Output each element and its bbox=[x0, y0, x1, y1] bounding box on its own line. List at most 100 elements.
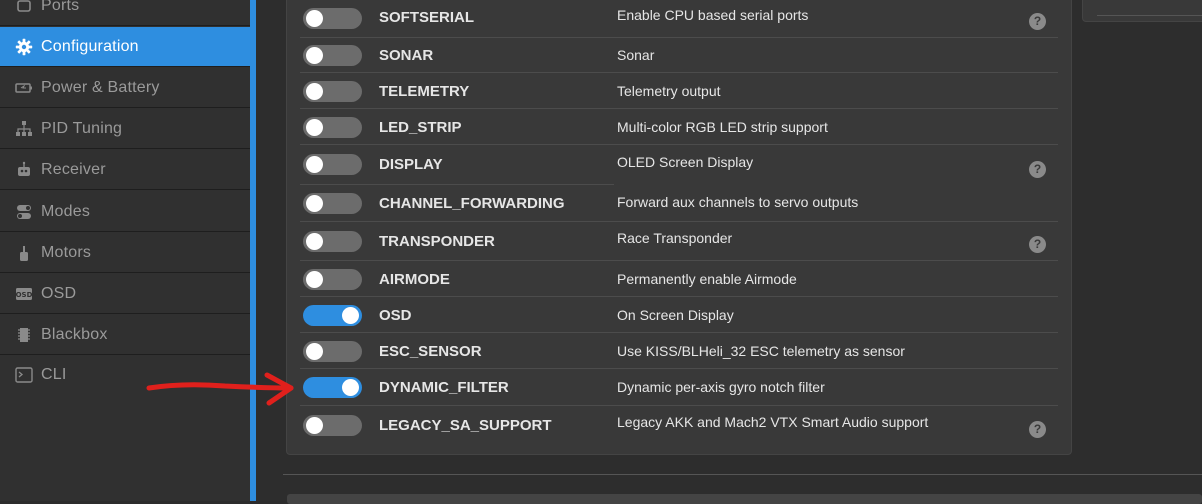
feature-row-airmode: AIRMODE Permanently enable Airmode bbox=[300, 261, 1058, 297]
sidebar-item-osd[interactable]: OSD OSD bbox=[0, 274, 250, 314]
toggle-knob bbox=[306, 83, 323, 100]
feature-description: Dynamic per-axis gyro notch filter bbox=[617, 379, 825, 395]
feature-name: SONAR bbox=[379, 47, 434, 64]
sidebar-nav: Ports Configuration Power & Battery PID … bbox=[0, 0, 250, 501]
sidebar-item-label: Configuration bbox=[41, 37, 139, 55]
red-arrow-annotation bbox=[146, 372, 294, 406]
toggle-knob bbox=[306, 417, 323, 434]
toggle-knob bbox=[306, 156, 323, 173]
sidebar-item-label: Motors bbox=[41, 243, 92, 261]
feature-description: Telemetry output bbox=[617, 83, 721, 99]
ports-icon bbox=[14, 0, 34, 16]
feature-name: DYNAMIC_FILTER bbox=[379, 379, 509, 396]
feature-toggle-dynamic-filter[interactable] bbox=[303, 377, 362, 398]
toggle-knob bbox=[306, 233, 323, 250]
gear-icon bbox=[14, 37, 34, 57]
feature-description: Use KISS/BLHeli_32 ESC telemetry as sens… bbox=[617, 343, 905, 359]
feature-toggle-softserial[interactable] bbox=[303, 8, 362, 29]
feature-toggle-display[interactable] bbox=[303, 154, 362, 175]
sidebar-item-label: Ports bbox=[41, 0, 80, 14]
feature-name: LEGACY_SA_SUPPORT bbox=[379, 417, 552, 434]
sidebar-item-label: Power & Battery bbox=[41, 78, 160, 96]
toggle-knob bbox=[306, 195, 323, 212]
sidebar-item-label: PID Tuning bbox=[41, 119, 123, 137]
toggle-knob bbox=[342, 307, 359, 324]
feature-toggle-led-strip[interactable] bbox=[303, 117, 362, 138]
feature-name: DISPLAY bbox=[379, 156, 443, 173]
feature-description: Permanently enable Airmode bbox=[617, 271, 797, 287]
feature-name: LED_STRIP bbox=[379, 119, 462, 136]
toggle-knob bbox=[306, 271, 323, 288]
feature-toggle-transponder[interactable] bbox=[303, 231, 362, 252]
feature-name: TRANSPONDER bbox=[379, 233, 495, 250]
sidebar-item-pid-tuning[interactable]: PID Tuning bbox=[0, 109, 250, 149]
feature-toggle-osd[interactable] bbox=[303, 305, 362, 326]
terminal-icon bbox=[14, 365, 34, 385]
feature-name: TELEMETRY bbox=[379, 83, 470, 100]
toggle-knob bbox=[342, 379, 359, 396]
feature-name: CHANNEL_FORWARDING bbox=[379, 195, 565, 212]
svg-text:OSD: OSD bbox=[16, 291, 33, 299]
sidebar-item-label: Modes bbox=[41, 202, 91, 220]
sidebar-item-power-battery[interactable]: Power & Battery bbox=[0, 68, 250, 108]
feature-row-led-strip: LED_STRIP Multi-color RGB LED strip supp… bbox=[300, 109, 1058, 145]
feature-row-esc-sensor: ESC_SENSOR Use KISS/BLHeli_32 ESC teleme… bbox=[300, 333, 1058, 369]
blackbox-chip-icon bbox=[14, 325, 34, 345]
sidebar-item-receiver[interactable]: Receiver bbox=[0, 150, 250, 190]
feature-toggle-legacy-sa-support[interactable] bbox=[303, 415, 362, 436]
toggle-knob bbox=[306, 10, 323, 27]
sidebar-item-modes[interactable]: Modes bbox=[0, 192, 250, 232]
feature-row-dynamic-filter: DYNAMIC_FILTER Dynamic per-axis gyro not… bbox=[300, 369, 1058, 406]
toggle-knob bbox=[306, 119, 323, 136]
feature-row-telemetry: TELEMETRY Telemetry output bbox=[300, 73, 1058, 109]
feature-name: AIRMODE bbox=[379, 271, 450, 288]
bottom-panel-edge bbox=[287, 494, 1202, 504]
feature-toggle-airmode[interactable] bbox=[303, 269, 362, 290]
feature-row-sonar: SONAR Sonar bbox=[300, 38, 1058, 73]
section-divider bbox=[283, 474, 1202, 475]
sidebar-item-motors[interactable]: Motors bbox=[0, 233, 250, 273]
feature-row-channel-forwarding: CHANNEL_FORWARDING Forward aux channels … bbox=[300, 185, 1058, 222]
modes-switch-icon bbox=[14, 202, 34, 222]
feature-row-transponder: TRANSPONDER Race Transponder ? bbox=[300, 222, 1058, 261]
feature-row-osd: OSD On Screen Display bbox=[300, 297, 1058, 333]
battery-icon bbox=[14, 78, 34, 98]
right-panel bbox=[1082, 0, 1202, 22]
sidebar-item-label: Blackbox bbox=[41, 325, 108, 343]
help-icon[interactable]: ? bbox=[1029, 421, 1046, 438]
pid-tree-icon bbox=[14, 119, 34, 139]
feature-description: Forward aux channels to servo outputs bbox=[617, 194, 859, 210]
sidebar-item-label: CLI bbox=[41, 366, 67, 383]
toggle-knob bbox=[306, 47, 323, 64]
feature-row-display: DISPLAY OLED Screen Display ? bbox=[300, 145, 1058, 185]
help-icon[interactable]: ? bbox=[1029, 13, 1046, 30]
feature-row-softserial: SOFTSERIAL Enable CPU based serial ports… bbox=[300, 0, 1058, 38]
osd-icon: OSD bbox=[14, 284, 34, 304]
feature-name: OSD bbox=[379, 307, 412, 324]
feature-toggle-telemetry[interactable] bbox=[303, 81, 362, 102]
feature-description: Multi-color RGB LED strip support bbox=[617, 119, 828, 135]
help-icon[interactable]: ? bbox=[1029, 161, 1046, 178]
sidebar-item-label: OSD bbox=[41, 284, 77, 302]
toggle-knob bbox=[306, 343, 323, 360]
feature-description: Enable CPU based serial ports bbox=[617, 7, 809, 23]
feature-name: SOFTSERIAL bbox=[379, 9, 475, 26]
feature-description: On Screen Display bbox=[617, 307, 734, 323]
help-icon[interactable]: ? bbox=[1029, 236, 1046, 253]
receiver-robot-icon bbox=[14, 160, 34, 180]
feature-description: Sonar bbox=[617, 47, 655, 63]
right-panel-divider bbox=[1097, 15, 1202, 16]
feature-description: OLED Screen Display bbox=[617, 154, 754, 170]
sidebar-item-blackbox[interactable]: Blackbox bbox=[0, 315, 250, 355]
feature-row-legacy-sa-support: LEGACY_SA_SUPPORT Legacy AKK and Mach2 V… bbox=[300, 406, 1058, 446]
motor-icon bbox=[14, 243, 34, 263]
feature-description: Legacy AKK and Mach2 VTX Smart Audio sup… bbox=[617, 414, 929, 430]
feature-toggle-sonar[interactable] bbox=[303, 45, 362, 66]
feature-description: Race Transponder bbox=[617, 230, 733, 246]
feature-name: ESC_SENSOR bbox=[379, 343, 482, 360]
sidebar-item-label: Receiver bbox=[41, 160, 106, 178]
feature-toggle-esc-sensor[interactable] bbox=[303, 341, 362, 362]
sidebar-item-configuration[interactable]: Configuration bbox=[0, 27, 250, 67]
sidebar-item-ports[interactable]: Ports bbox=[0, 0, 250, 26]
feature-toggle-channel-forwarding[interactable] bbox=[303, 193, 362, 214]
